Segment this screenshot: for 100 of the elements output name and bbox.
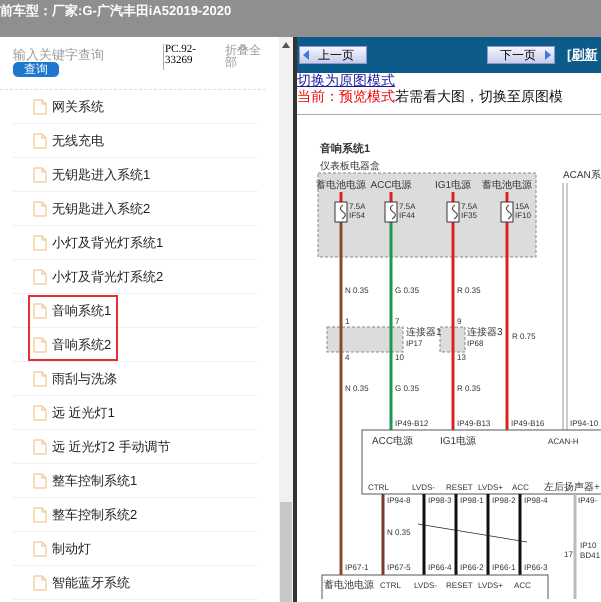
pin-number: 10	[395, 353, 404, 362]
terminal-label: IP98-3	[428, 496, 452, 505]
bus-label: ACAN系	[563, 170, 601, 181]
pin-label: RESET	[446, 581, 473, 590]
refresh-link[interactable]: [刷新	[567, 46, 598, 64]
wire-label: N 0.35	[345, 286, 369, 295]
vehicle-title: 前车型：厂家:G-广汽丰田iA52019-2020	[0, 2, 232, 20]
sidebar-item[interactable]: 整车控制系统2	[13, 498, 258, 532]
connector-code: IP10	[580, 541, 596, 550]
fuse-icon	[384, 202, 398, 222]
scrollbar[interactable]	[279, 37, 293, 602]
terminal-label: IP66-3	[524, 563, 548, 572]
next-page-button[interactable]: 下一页	[487, 46, 555, 64]
fuse-rating: 7.5A	[461, 202, 478, 211]
fuse-code: IF54	[349, 211, 366, 220]
sidebar-item[interactable]: 制动灯	[13, 532, 258, 566]
wire-label: N 0.35	[345, 384, 369, 393]
terminal-label: IP94-8	[387, 496, 411, 505]
file-icon	[33, 166, 47, 182]
pin-number: 1	[345, 317, 350, 326]
wire-label: N 0.35	[387, 528, 411, 537]
pin-label: ACAN-H	[548, 437, 579, 446]
fuse-icon	[334, 202, 348, 222]
fuse-icon	[446, 202, 460, 222]
file-icon	[33, 200, 47, 216]
pin-label: LVDS-	[412, 483, 435, 492]
scroll-thumb[interactable]	[280, 502, 292, 602]
sidebar-item[interactable]: 无线充电	[13, 124, 258, 158]
pin-label: ACC	[514, 581, 531, 590]
file-icon	[33, 506, 47, 522]
file-icon	[33, 132, 47, 148]
original-mode-link[interactable]: 切换为原图模式	[297, 73, 601, 88]
source-label: ACC电源	[370, 180, 412, 191]
wire-label: R 0.75	[512, 332, 536, 341]
fuse-code: IF35	[461, 211, 478, 220]
terminal-label: IP98-1	[460, 496, 484, 505]
wire	[340, 192, 342, 202]
fuse-code: IF44	[399, 211, 416, 220]
sidebar-item[interactable]: 无钥匙进入系统1	[13, 158, 258, 192]
terminal-label: IP66-1	[492, 563, 516, 572]
pin-label: LVDS-	[414, 581, 437, 590]
file-icon	[33, 98, 47, 114]
scroll-up-icon[interactable]	[281, 41, 291, 49]
sidebar-item[interactable]: 音响系统2	[13, 328, 258, 362]
pin-label: IG1电源	[440, 436, 476, 447]
terminal-label: IP66-2	[460, 563, 484, 572]
terminal-label: IP49-B13	[457, 419, 490, 428]
sidebar-item[interactable]: 远 近光灯1	[13, 396, 258, 430]
fuse-code: IF10	[515, 211, 532, 220]
wire-label: G 0.35	[395, 286, 420, 295]
wire	[452, 192, 454, 202]
box-label: 仪表板电器盒	[320, 161, 380, 172]
sidebar-item[interactable]: 智能蓝牙系统	[13, 566, 258, 600]
pin-label: RESET	[446, 483, 473, 492]
pin-number: 4	[345, 353, 350, 362]
pin-label: 左后扬声器+	[544, 482, 600, 493]
sidebar-item[interactable]: 小灯及背光灯系统1	[13, 226, 258, 260]
sidebar-item[interactable]: 雨刮与洗涤	[13, 362, 258, 396]
terminal-label: IP49-	[578, 496, 598, 505]
pin-number: 13	[457, 353, 466, 362]
mode-status: 当前：预览模式若需看大图，切换至原图模	[297, 88, 601, 115]
pin-label: CTRL	[368, 483, 389, 492]
sidebar-item[interactable]: 小灯及背光灯系统2	[13, 260, 258, 294]
wire-label: R 0.35	[457, 286, 481, 295]
pin-label: LVDS+	[478, 483, 503, 492]
terminal-label: IP49-B12	[395, 419, 428, 428]
pin-number: 9	[457, 317, 462, 326]
arrow-right-icon	[544, 50, 551, 60]
connector-name: 连接器3	[467, 327, 503, 338]
source-label: 蓄电池电源	[316, 180, 366, 191]
source-label: 蓄电池电源	[482, 180, 532, 191]
search-button[interactable]: 查询	[13, 62, 59, 77]
pin-label: ACC电源	[372, 436, 414, 447]
source-label: IG1电源	[434, 180, 472, 191]
file-icon	[33, 302, 47, 318]
file-icon	[33, 336, 47, 352]
previous-page-button[interactable]: 上一页	[299, 46, 367, 64]
connector-code: IP68	[467, 339, 484, 348]
fuse-rating: 7.5A	[349, 202, 366, 211]
file-icon	[33, 540, 47, 556]
wire-label: R 0.35	[457, 384, 481, 393]
diagram-title: 音响系统1	[320, 143, 370, 155]
terminal-label: IP66-4	[428, 563, 452, 572]
pin-label: LVDS+	[478, 581, 503, 590]
pin-number: 17	[564, 550, 573, 559]
file-icon	[33, 438, 47, 454]
sidebar-item[interactable]: 远 近光灯2 手动调节	[13, 430, 258, 464]
fuse-rating: 7.5A	[399, 202, 416, 211]
sidebar-item[interactable]: 整车控制系统1	[13, 464, 258, 498]
connector-code: BD41	[580, 551, 600, 560]
fuse-rating: 15A	[515, 202, 530, 211]
sidebar-item[interactable]: 网关系统	[13, 90, 258, 124]
terminal-label: IP67-1	[345, 563, 369, 572]
wire	[506, 192, 508, 202]
sidebar-item[interactable]: 音响系统1	[13, 294, 258, 328]
file-icon	[33, 268, 47, 284]
file-icon	[33, 234, 47, 250]
sidebar-item[interactable]: 无钥匙进入系统2	[13, 192, 258, 226]
code-label: PC.92-33269	[163, 44, 219, 70]
connector-name: 连接器1	[406, 327, 442, 338]
